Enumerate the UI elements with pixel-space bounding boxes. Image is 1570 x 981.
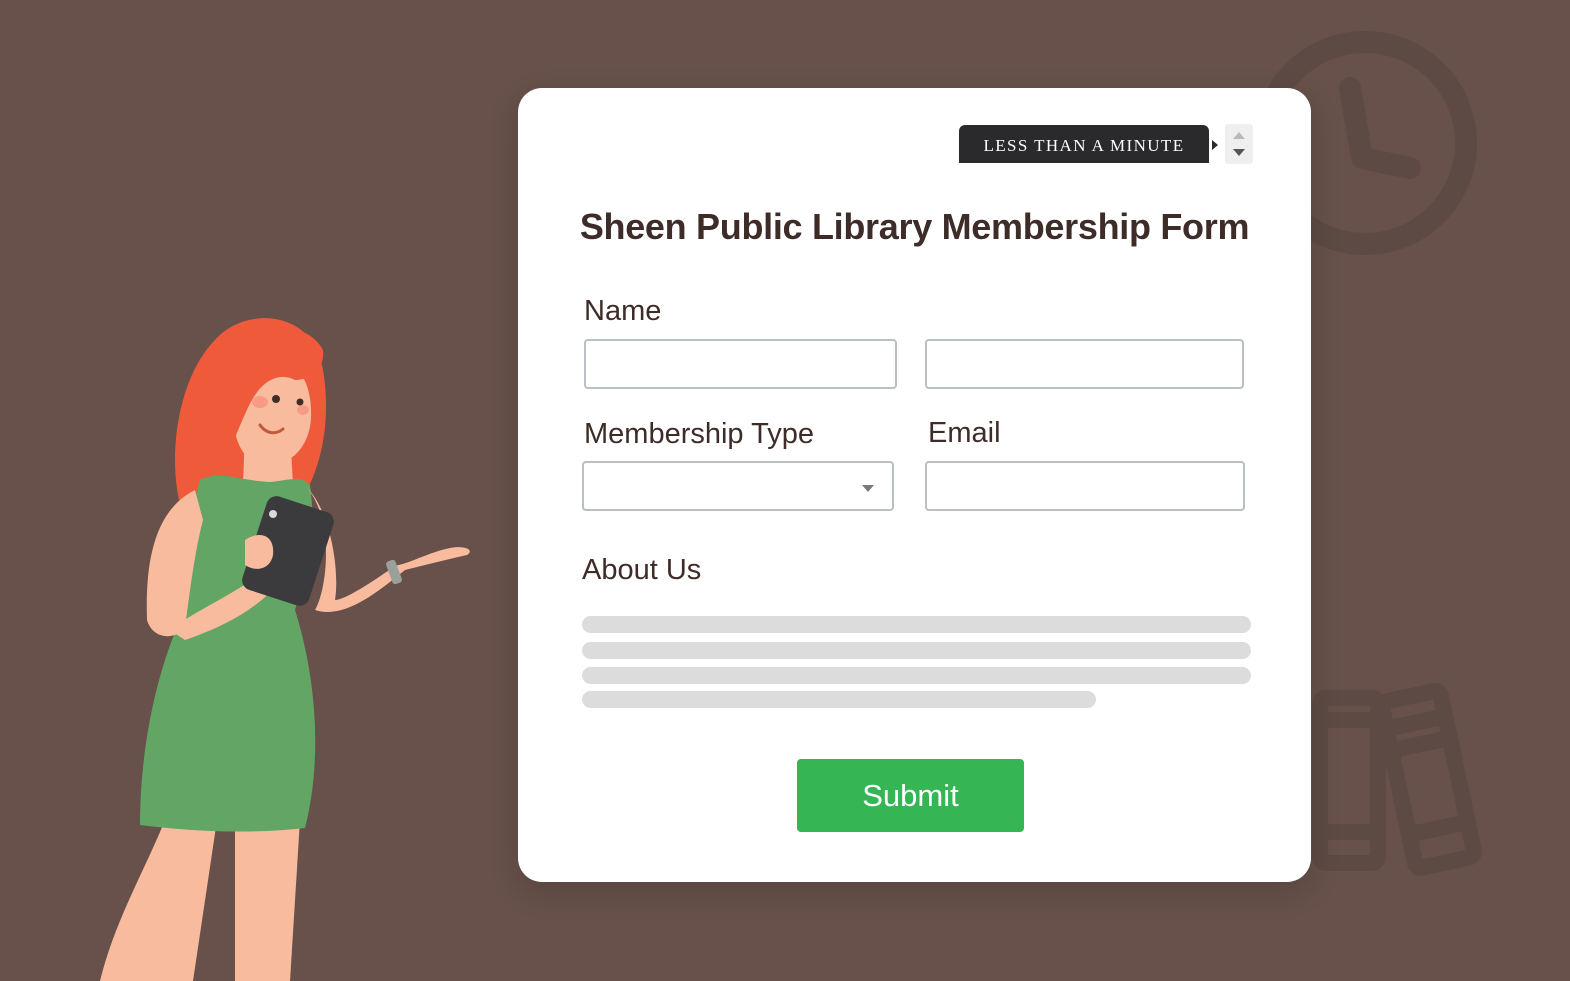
first-name-input[interactable]: [584, 339, 897, 389]
duration-badge: LESS THAN A MINUTE: [959, 125, 1209, 163]
books-icon: [1312, 683, 1482, 876]
duration-spinner[interactable]: [1225, 124, 1253, 164]
name-label: Name: [584, 295, 662, 327]
chevron-down-icon[interactable]: [862, 485, 874, 492]
submit-button[interactable]: Submit: [797, 759, 1024, 832]
membership-type-label: Membership Type: [584, 418, 814, 450]
about-us-label: About Us: [582, 554, 702, 586]
woman-with-tablet-illustration: [100, 318, 470, 981]
about-us-text-line: [582, 691, 1096, 708]
email-label: Email: [928, 417, 1001, 449]
email-input[interactable]: [925, 461, 1245, 511]
about-us-text-line: [582, 667, 1251, 684]
spinner-up-icon[interactable]: [1233, 132, 1245, 139]
about-us-text-line: [582, 642, 1251, 659]
about-us-text-line: [582, 616, 1251, 633]
spinner-down-icon[interactable]: [1233, 149, 1245, 156]
form-title: Sheen Public Library Membership Form: [579, 206, 1250, 247]
badge-pointer-icon: [1212, 140, 1218, 150]
membership-form-card: LESS THAN A MINUTE Sheen Public Library …: [518, 88, 1311, 882]
last-name-input[interactable]: [925, 339, 1244, 389]
membership-type-select[interactable]: [582, 461, 894, 511]
